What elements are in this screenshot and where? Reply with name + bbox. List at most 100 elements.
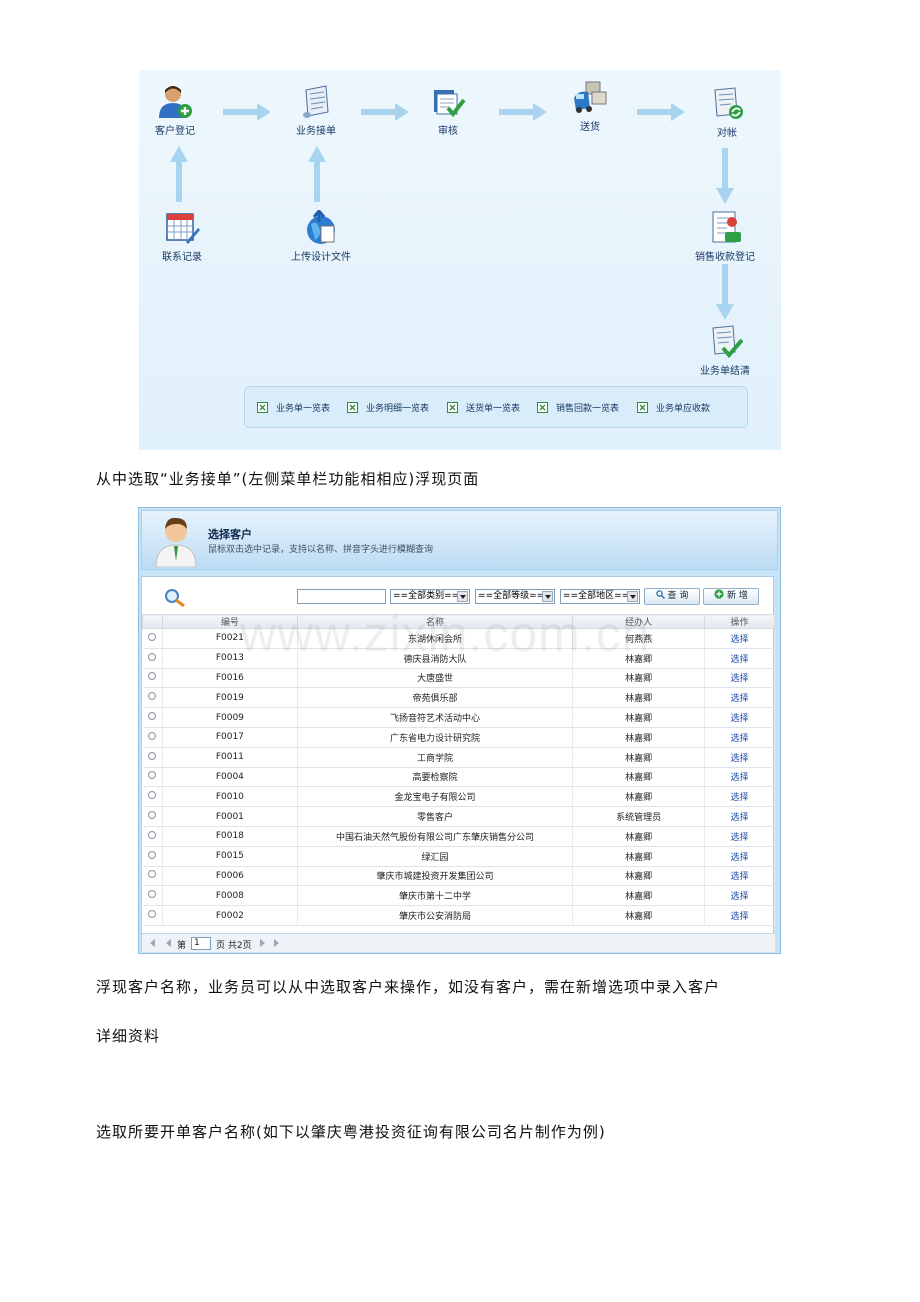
select-link[interactable]: 选择: [704, 905, 775, 926]
prev-page-icon[interactable]: [166, 939, 171, 947]
handler-name: 林嘉卿: [572, 767, 706, 788]
row-radio[interactable]: [142, 866, 163, 887]
select-link[interactable]: 选择: [704, 786, 775, 808]
row-radio[interactable]: [142, 727, 163, 748]
step-label: 审核: [438, 126, 458, 137]
radio-button[interactable]: [148, 870, 157, 879]
radio-button[interactable]: [148, 910, 157, 919]
radio-button[interactable]: [148, 791, 157, 800]
step-label: 客户登记: [155, 126, 195, 137]
step-upload-design[interactable]: 上传设计文件: [276, 210, 366, 263]
row-radio[interactable]: [142, 628, 163, 649]
region-select[interactable]: ==全部地区==: [560, 589, 640, 604]
excel-icon: [257, 402, 268, 413]
customer-name: 中国石油天然气股份有限公司广东肇庆销售分公司: [297, 826, 574, 847]
query-button[interactable]: 查 询: [644, 588, 700, 605]
handler-name: 系统管理员: [572, 806, 706, 827]
radio-button[interactable]: [148, 751, 157, 760]
step-audit[interactable]: 审核: [403, 84, 493, 137]
row-radio[interactable]: [142, 687, 163, 709]
select-link[interactable]: 选择: [704, 846, 775, 867]
user-add-icon: [159, 86, 192, 118]
row-radio[interactable]: [142, 668, 163, 689]
select-link[interactable]: 选择: [704, 826, 775, 847]
row-radio[interactable]: [142, 747, 163, 768]
excel-icon: [347, 402, 358, 413]
chevron-down-icon: [457, 591, 468, 602]
report-link[interactable]: 送货单一览表: [447, 401, 520, 414]
customer-code: F0001: [162, 806, 298, 827]
row-radio[interactable]: [142, 767, 163, 788]
row-radio[interactable]: [142, 648, 163, 669]
first-page-icon[interactable]: [150, 939, 155, 947]
table-row[interactable]: F0006 肇庆市城建投资开发集团公司 林嘉卿 选择: [142, 866, 775, 887]
table-row[interactable]: F0015 绿汇园 林嘉卿 选择: [142, 846, 775, 867]
page-number-input[interactable]: 1: [191, 937, 211, 950]
paragraph-example: 选取所要开单客户名称(如下以肇庆粤港投资征询有限公司名片制作为例): [96, 1123, 606, 1141]
table-row[interactable]: F0017 广东省电力设计研究院 林嘉卿 选择: [142, 727, 775, 748]
step-contact-records[interactable]: 联系记录: [139, 210, 227, 263]
step-reconcile[interactable]: 对帐: [682, 86, 772, 139]
step-customer-register[interactable]: 客户登记: [139, 84, 220, 137]
next-page-icon[interactable]: [260, 939, 265, 947]
last-page-icon[interactable]: [274, 939, 279, 947]
search-input[interactable]: [297, 589, 386, 604]
row-radio[interactable]: [142, 826, 163, 847]
step-order-intake[interactable]: 业务接单: [271, 84, 361, 137]
handler-name: 林嘉卿: [572, 668, 706, 689]
select-link[interactable]: 选择: [704, 806, 775, 827]
radio-button[interactable]: [148, 830, 157, 839]
row-radio[interactable]: [142, 905, 163, 926]
report-link[interactable]: 业务明细一览表: [347, 401, 429, 414]
report-link[interactable]: 业务单一览表: [257, 401, 330, 414]
select-link[interactable]: 选择: [704, 866, 775, 887]
table-row[interactable]: F0001 零售客户 系统管理员 选择: [142, 806, 775, 827]
step-order-settled[interactable]: 业务单结清: [680, 324, 770, 377]
radio-button[interactable]: [148, 890, 157, 899]
paragraph-explanation-cont: 详细资料: [96, 1027, 161, 1045]
report-link[interactable]: 销售回款一览表: [537, 401, 619, 414]
table-row[interactable]: F0018 中国石油天然气股份有限公司广东肇庆销售分公司 林嘉卿 选择: [142, 826, 775, 847]
add-button[interactable]: 新 增: [703, 588, 759, 605]
radio-button[interactable]: [148, 712, 157, 721]
table-row[interactable]: F0004 高要检察院 林嘉卿 选择: [142, 767, 775, 788]
select-link[interactable]: 选择: [704, 747, 775, 768]
radio-button[interactable]: [148, 731, 157, 740]
radio-button[interactable]: [148, 771, 157, 780]
radio-button[interactable]: [148, 811, 157, 820]
table-row[interactable]: F0002 肇庆市公安消防局 林嘉卿 选择: [142, 905, 775, 926]
category-select[interactable]: ==全部类别==: [390, 589, 470, 604]
radio-button[interactable]: [148, 652, 157, 661]
table-row[interactable]: F0008 肇庆市第十二中学 林嘉卿 选择: [142, 885, 775, 907]
customer-name: 工商学院: [297, 747, 574, 768]
reconcile-icon: [714, 87, 743, 119]
select-link[interactable]: 选择: [704, 767, 775, 788]
radio-button[interactable]: [148, 850, 157, 859]
select-link[interactable]: 选择: [704, 668, 775, 689]
select-link[interactable]: 选择: [704, 648, 775, 669]
row-radio[interactable]: [142, 846, 163, 867]
radio-button[interactable]: [148, 632, 157, 641]
row-radio[interactable]: [142, 707, 163, 728]
select-link[interactable]: 选择: [704, 885, 775, 907]
row-radio[interactable]: [142, 806, 163, 827]
step-delivery[interactable]: 送货: [545, 80, 635, 133]
customer-code: F0019: [162, 687, 298, 709]
table-row[interactable]: F0019 帝苑俱乐部 林嘉卿 选择: [142, 687, 775, 709]
step-sales-collection[interactable]: 销售收款登记: [680, 210, 770, 263]
level-select[interactable]: ==全部等级==: [475, 589, 555, 604]
table-row[interactable]: F0011 工商学院 林嘉卿 选择: [142, 747, 775, 768]
table-row[interactable]: F0009 飞扬音符艺术活动中心 林嘉卿 选择: [142, 707, 775, 728]
table-row[interactable]: F0016 大唐盛世 林嘉卿 选择: [142, 668, 775, 689]
dialog-header: 选择客户 鼠标双击选中记录，支持以名称、拼音字头进行模糊查询: [141, 510, 778, 570]
select-link[interactable]: 选择: [704, 628, 775, 649]
radio-button[interactable]: [148, 692, 157, 701]
row-radio[interactable]: [142, 885, 163, 907]
select-link[interactable]: 选择: [704, 687, 775, 709]
select-link[interactable]: 选择: [704, 727, 775, 748]
radio-button[interactable]: [148, 672, 157, 681]
report-link[interactable]: 业务单应收款: [637, 401, 710, 414]
row-radio[interactable]: [142, 786, 163, 808]
table-row[interactable]: F0010 金龙宝电子有限公司 林嘉卿 选择: [142, 786, 775, 808]
select-link[interactable]: 选择: [704, 707, 775, 728]
